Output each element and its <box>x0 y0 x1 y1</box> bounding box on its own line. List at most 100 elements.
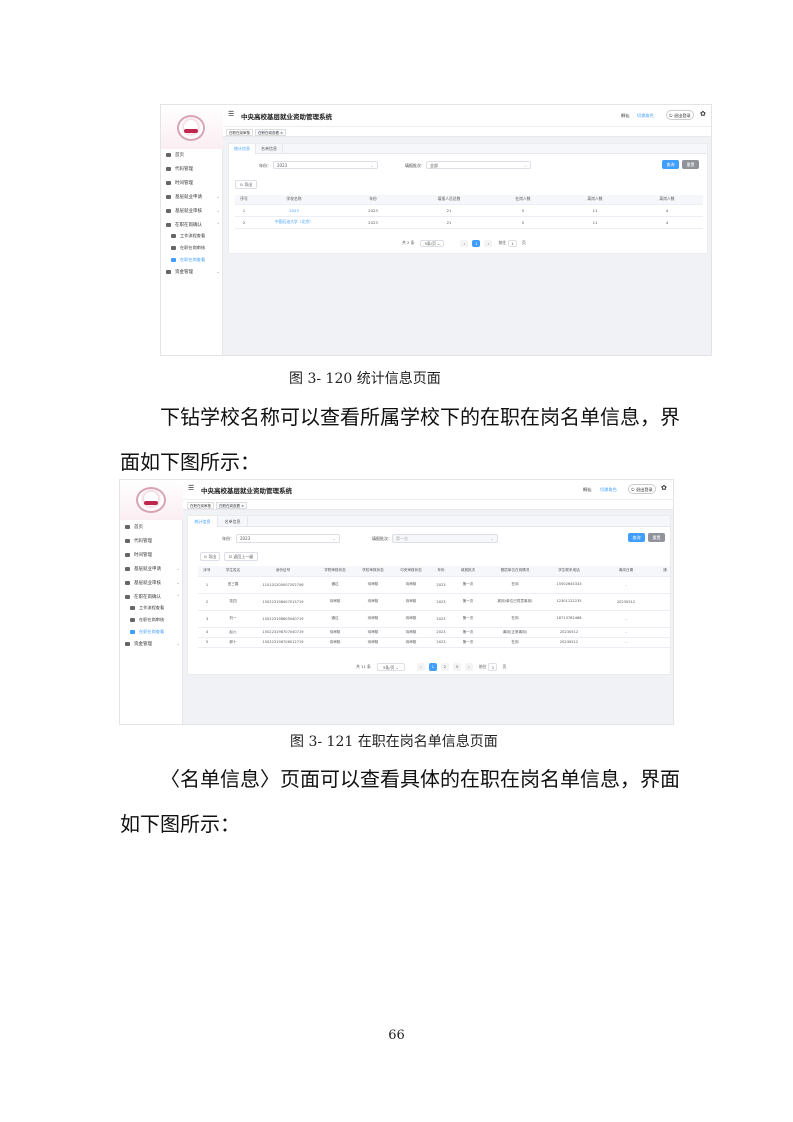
table-row: 4 赵六 150223198707040719 待审核 待审核 待审核 2023… <box>198 627 670 638</box>
palette-icon[interactable]: ✿ <box>661 484 667 492</box>
app-title: 中央高校基层就业资助管理系统 <box>201 487 292 495</box>
power-icon: ⏻ <box>669 113 673 118</box>
menu-item-funds[interactable]: 资金管理 ⌄ <box>125 641 180 647</box>
menu-item-workflow[interactable]: 工作流程查看 <box>130 605 181 611</box>
pagination: 共 11 条 5条/页 ⌄ ‹ 1 2 3 › 前往 1 页 <box>356 662 506 671</box>
next-page-button[interactable]: › <box>484 239 493 247</box>
col-header: 离岗日期 <box>592 566 660 577</box>
chevron-down-icon: ⌄ <box>176 566 180 572</box>
year-select[interactable]: 2023 ⌄ <box>273 161 378 169</box>
batch-select[interactable]: 全部 ⌄ <box>426 161 531 169</box>
reset-button[interactable]: 重置 <box>682 160 699 169</box>
hamburger-icon[interactable]: ☰ <box>188 484 194 492</box>
menu-icon <box>171 234 176 238</box>
search-button[interactable]: 查询 <box>662 160 679 169</box>
page-button[interactable]: 2 <box>440 662 449 671</box>
menu-icon <box>171 246 176 250</box>
page-button[interactable]: 3 <box>452 662 461 671</box>
university-logo <box>136 487 166 513</box>
logout-button[interactable]: ⏻ 退出登录 <box>666 110 694 120</box>
menu-item-home[interactable]: 首页 <box>125 524 180 530</box>
chevron-down-icon: ⌄ <box>216 194 220 200</box>
hamburger-icon[interactable]: ☰ <box>228 110 234 118</box>
export-button[interactable]: ⊙ 导出 <box>200 552 220 561</box>
tab-namelist[interactable]: 名单信息 <box>218 516 248 527</box>
page-tab-view[interactable]: 在职在岗查看 × <box>216 502 248 509</box>
screenshot-statistics-page: 首页 代码管理 时间管理 基层就业申请 ⌄ 基层就业审核 ⌄ 在职在岗确认 ⌃ 工作流… <box>160 104 712 356</box>
goto-input[interactable]: 1 <box>508 239 518 247</box>
menu-item-apply[interactable]: 基层就业申请 ⌄ <box>125 566 180 572</box>
school-name-link[interactable]: 2023 <box>253 204 335 217</box>
menu-item-onjob-view[interactable]: 在职在岗查看 <box>171 257 221 263</box>
page-tab-audit[interactable]: 在职在岗审核 <box>187 502 214 509</box>
page-size-select[interactable]: 5条/页 ⌄ <box>376 662 405 671</box>
menu-item-time[interactable]: 时间管理 <box>166 180 220 186</box>
university-logo <box>177 115 205 141</box>
menu-item-time[interactable]: 时间管理 <box>125 552 180 558</box>
tab-statistics[interactable]: 统计信息 <box>188 516 218 527</box>
menu-item-audit[interactable]: 基层就业审核 ⌄ <box>166 208 220 214</box>
table-row: 3 刘一 150223198605040719 通过 待审核 待审核 2023 … <box>198 610 670 628</box>
menu-item-workflow[interactable]: 工作流程查看 <box>171 233 221 239</box>
goto-input[interactable]: 1 <box>488 662 498 671</box>
home-icon <box>166 153 171 157</box>
school-name-link[interactable]: 中国石油大学（北京） <box>253 216 335 229</box>
content-card: 统计信息 名单信息 年份： 2023 ⌄ 填报批次： 第一次 ⌄ 查询 重置 ⊙ 导… <box>187 515 671 675</box>
chevron-down-icon: ⌄ <box>216 269 220 275</box>
logout-button[interactable]: ⏻ 退出登录 <box>628 484 656 494</box>
next-page-button[interactable]: › <box>464 662 473 671</box>
page-size-select[interactable]: 5条/页 ⌄ <box>420 239 445 247</box>
export-icon: ⊙ <box>203 554 208 559</box>
chevron-down-icon: ⌄ <box>176 580 180 586</box>
palette-icon[interactable]: ✿ <box>700 110 706 118</box>
body-paragraph-1: 下钻学校名称可以查看所属学校下的在职在岗名单信息，界面如下图所示： <box>120 405 680 474</box>
menu-item-onjob-audit[interactable]: 在职在岗审核 <box>130 617 181 623</box>
menu-item-confirm[interactable]: 在职在岗确认 ⌃ <box>125 594 180 600</box>
prev-page-button[interactable]: ‹ <box>460 239 469 247</box>
table-row: 2 中国石油大学（北京） 2023 21 5 11 4 <box>235 216 703 229</box>
menu-item-audit[interactable]: 基层就业审核 ⌄ <box>125 580 180 586</box>
col-header: 离岗人数 <box>631 195 703 205</box>
user-name[interactable]: 桐仙 <box>621 113 629 119</box>
table-row: 2 张四 150223198407015719 待审核 待审核 待审核 2023… <box>198 593 670 611</box>
switch-role-link[interactable]: 切换角色 <box>600 487 617 493</box>
menu-item-confirm[interactable]: 在职在岗确认 ⌃ <box>166 222 220 228</box>
page-tab-audit[interactable]: 在职在岗审核 <box>226 129 253 136</box>
batch-select[interactable]: 第一次 ⌄ <box>392 534 498 543</box>
col-header: 学院审核状态 <box>316 566 354 577</box>
menu-item-home[interactable]: 首页 <box>166 152 220 158</box>
col-header: 序号 <box>235 195 253 205</box>
menu-item-onjob-audit[interactable]: 在职在岗审核 <box>171 245 221 251</box>
page-button[interactable]: 1 <box>428 662 437 671</box>
menu-icon <box>125 595 130 599</box>
total-count: 共 11 条 <box>356 663 371 669</box>
search-button[interactable]: 查询 <box>628 533 645 542</box>
year-select[interactable]: 2023 ⌄ <box>236 534 340 543</box>
chevron-down-icon: ⌄ <box>490 536 494 541</box>
menu-icon <box>130 618 135 622</box>
tab-statistics[interactable]: 统计信息 <box>229 144 256 154</box>
menu-item-code[interactable]: 代码管理 <box>125 538 180 544</box>
menu-item-apply[interactable]: 基层就业申请 ⌄ <box>166 194 220 200</box>
back-button[interactable]: ⊡ 返回上一级 <box>224 552 258 561</box>
menu-icon <box>166 195 171 199</box>
pagination: 共 2 条 5条/页 ⌄ ‹ 1 › 前往 1 页 <box>402 239 526 247</box>
table-row: 1 田三展 110101200007202706 通过 待审核 待审核 2023… <box>198 576 670 594</box>
page-button[interactable]: 1 <box>472 239 481 247</box>
menu-icon <box>166 209 171 213</box>
export-button[interactable]: ⊙ 导出 <box>235 180 257 189</box>
tab-namelist[interactable]: 名单信息 <box>256 144 283 154</box>
year-label: 年份： <box>259 163 271 168</box>
page-tab-view[interactable]: 在职在岗查看 × <box>255 129 287 136</box>
table-header-row: 序号 学校名称 年份 填报人员总数 在岗人数 离岗人数 离岗人数 <box>235 195 703 205</box>
reset-button[interactable]: 重置 <box>648 533 665 542</box>
screenshot-namelist-page: 首页 代码管理 时间管理 基层就业申请 ⌄ 基层就业审核 ⌄ 在职在岗确认 ⌃ 工作流… <box>119 479 674 725</box>
user-name[interactable]: 桐仙 <box>583 487 591 493</box>
col-header: 身份证号 <box>250 566 316 577</box>
menu-item-onjob-view[interactable]: 在职在岗查看 <box>130 629 181 635</box>
switch-role-link[interactable]: 切换角色 <box>637 113 654 119</box>
prev-page-button[interactable]: ‹ <box>416 662 425 671</box>
menu-item-funds[interactable]: 资金管理 ⌄ <box>166 269 220 275</box>
menu-item-code[interactable]: 代码管理 <box>166 166 220 172</box>
chevron-down-icon: ⌄ <box>370 163 374 168</box>
